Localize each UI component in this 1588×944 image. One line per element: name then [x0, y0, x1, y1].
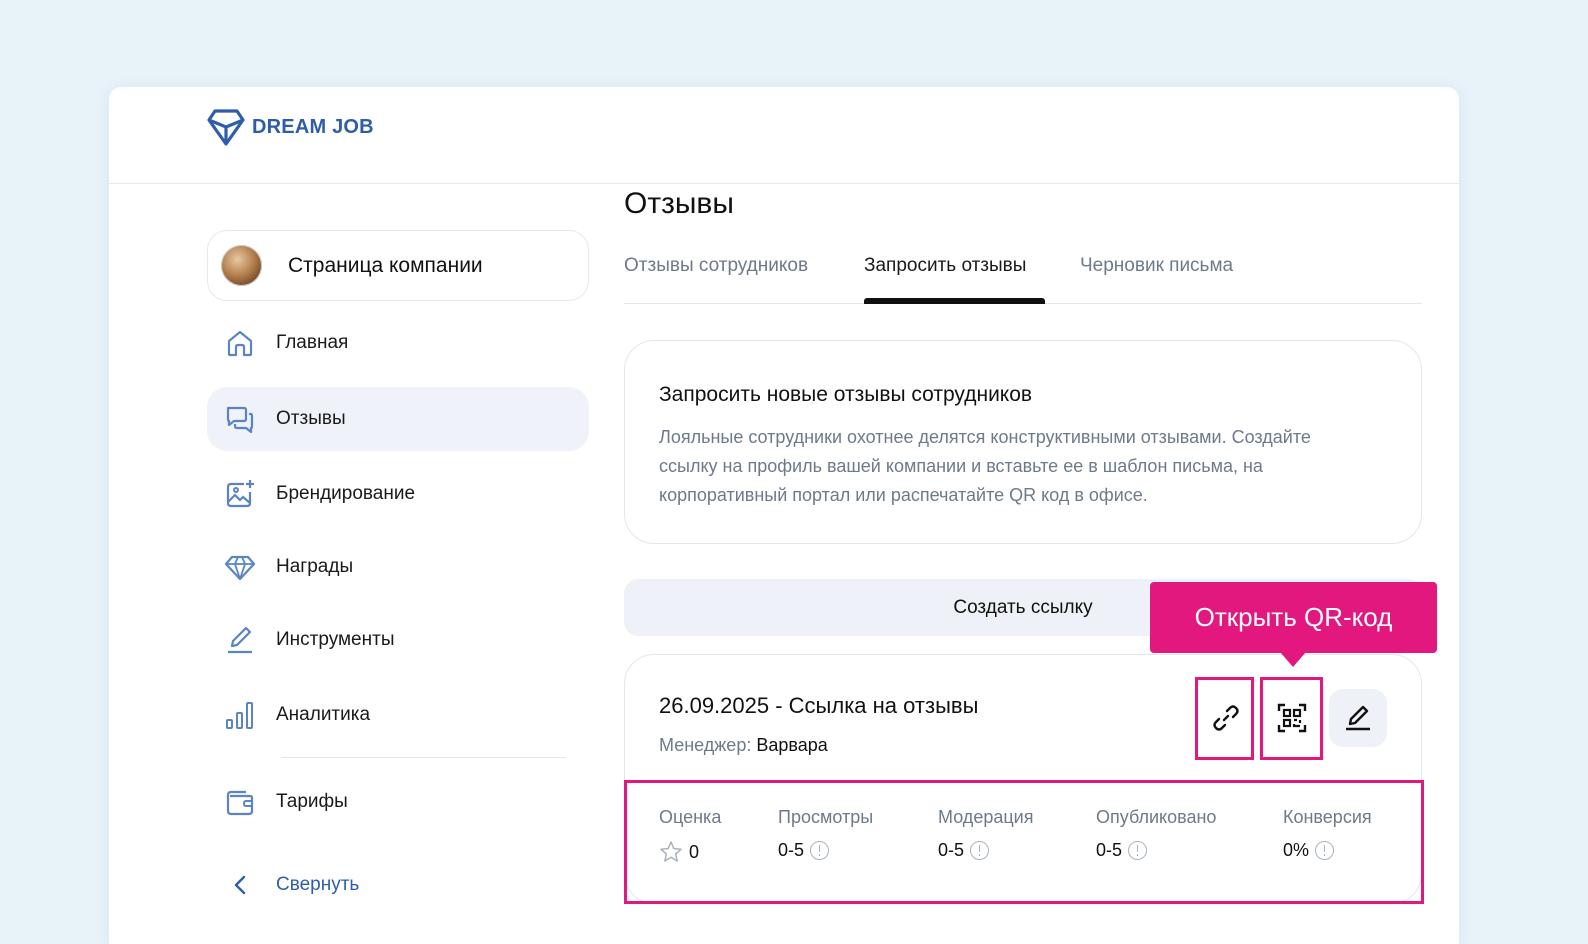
logo[interactable]: DREAM JOB	[206, 107, 374, 147]
link-title: 26.09.2025 - Ссылка на отзывы	[659, 693, 979, 718]
logo-text: DREAM JOB	[252, 115, 374, 138]
link-stats: Оценка 0 Просмотры 0-5 Модерация 0-5 Опу…	[659, 807, 1399, 877]
sidebar-item-label: Инструменты	[276, 629, 395, 650]
edit-link-button[interactable]	[1329, 689, 1387, 747]
sidebar-item-label: Аналитика	[276, 704, 371, 725]
manager-label: Менеджер:	[659, 735, 752, 755]
stat-label: Просмотры	[778, 807, 874, 827]
info-card-text: Лояльные сотрудники охотнее делятся конс…	[659, 427, 1311, 505]
sidebar-item-branding[interactable]: Брендирование	[207, 462, 589, 526]
sidebar-item-home[interactable]: Главная	[207, 311, 589, 375]
tabs: Отзывы сотрудников Запросить отзывы Черн…	[624, 245, 1422, 304]
manager-name: Варвара	[756, 735, 828, 755]
link-icon	[1213, 705, 1239, 731]
stat-label: Опубликовано	[1096, 807, 1217, 827]
stat-value-row: 0%	[1283, 840, 1372, 861]
open-qr-button[interactable]	[1263, 689, 1321, 747]
stat-conversion: Конверсия 0%	[1283, 807, 1372, 861]
stat-views: Просмотры 0-5	[778, 807, 873, 861]
info-card-title: Запросить новые отзывы сотрудников	[659, 383, 1033, 406]
dream-job-logo-icon	[207, 109, 245, 146]
stat-value-row: 0-5	[778, 840, 873, 861]
stat-moderation: Модерация 0-5	[938, 807, 1033, 861]
stat-value-row: 0-5	[938, 840, 1033, 861]
wallet-icon	[223, 785, 257, 819]
sidebar-item-label: Тарифы	[276, 791, 348, 812]
sidebar-item-awards[interactable]: Награды	[207, 535, 589, 599]
image-plus-icon	[223, 477, 257, 511]
app-window: DREAM JOB Страница компании Главная Отзы…	[109, 87, 1459, 944]
stat-label: Модерация	[938, 807, 1034, 827]
pencil-icon	[1346, 705, 1370, 731]
bar-chart-icon	[223, 698, 257, 732]
stat-value: 0	[689, 841, 700, 862]
stat-value: 0-5	[938, 840, 965, 860]
chat-icon	[223, 402, 257, 436]
collapse-label: Свернуть	[276, 874, 360, 895]
stat-label: Конверсия	[1283, 807, 1372, 827]
stat-value: 0%	[1283, 840, 1310, 860]
stat-rating: Оценка 0	[659, 807, 721, 864]
active-tab-indicator	[864, 298, 1045, 304]
company-page-button[interactable]: Страница компании	[207, 230, 589, 301]
sidebar-item-label: Брендирование	[276, 483, 416, 504]
info-icon[interactable]	[970, 841, 990, 860]
info-icon[interactable]	[1128, 841, 1148, 860]
stat-value-row: 0	[659, 840, 721, 864]
stat-value: 0-5	[778, 840, 805, 860]
stat-value-row: 0-5	[1096, 840, 1216, 861]
tooltip-arrow	[1280, 652, 1306, 667]
sidebar-item-tools[interactable]: Инструменты	[207, 608, 589, 672]
qr-code-icon	[1277, 703, 1307, 733]
info-icon[interactable]	[810, 841, 830, 860]
home-icon	[223, 326, 257, 360]
tab-letter-draft[interactable]: Черновик письма	[1080, 255, 1233, 277]
page-title: Отзывы	[624, 187, 734, 220]
sidebar-item-analytics[interactable]: Аналитика	[207, 683, 589, 747]
sidebar-item-tariffs[interactable]: Тарифы	[207, 770, 589, 834]
diamond-icon	[223, 550, 257, 584]
sidebar-item-label: Главная	[276, 332, 349, 353]
copy-link-button[interactable]	[1197, 689, 1255, 747]
info-icon[interactable]	[1315, 841, 1335, 860]
request-info-card: Запросить новые отзывы сотрудников Лояль…	[624, 340, 1422, 544]
pencil-icon	[223, 623, 257, 657]
chevron-left-icon	[234, 875, 246, 895]
stat-value: 0-5	[1096, 840, 1123, 860]
stat-label: Оценка	[659, 807, 722, 827]
tab-employee-reviews[interactable]: Отзывы сотрудников	[624, 255, 808, 277]
sidebar-item-label: Награды	[276, 556, 354, 577]
star-icon	[660, 841, 682, 862]
review-link-card: 26.09.2025 - Ссылка на отзывы Менеджер: …	[624, 654, 1422, 904]
company-page-label: Страница компании	[288, 253, 483, 277]
manager-info: Менеджер: Варвара	[659, 735, 828, 756]
sidebar-divider	[281, 757, 566, 758]
qr-tooltip: Открыть QR-код	[1150, 582, 1437, 653]
header: DREAM JOB	[109, 87, 1459, 184]
sidebar-item-reviews[interactable]: Отзывы	[207, 387, 589, 451]
stat-published: Опубликовано 0-5	[1096, 807, 1216, 861]
collapse-button[interactable]: Свернуть	[229, 873, 359, 897]
sidebar-item-label: Отзывы	[276, 408, 346, 429]
avatar	[221, 245, 262, 286]
tab-request-reviews[interactable]: Запросить отзывы	[864, 255, 1026, 277]
